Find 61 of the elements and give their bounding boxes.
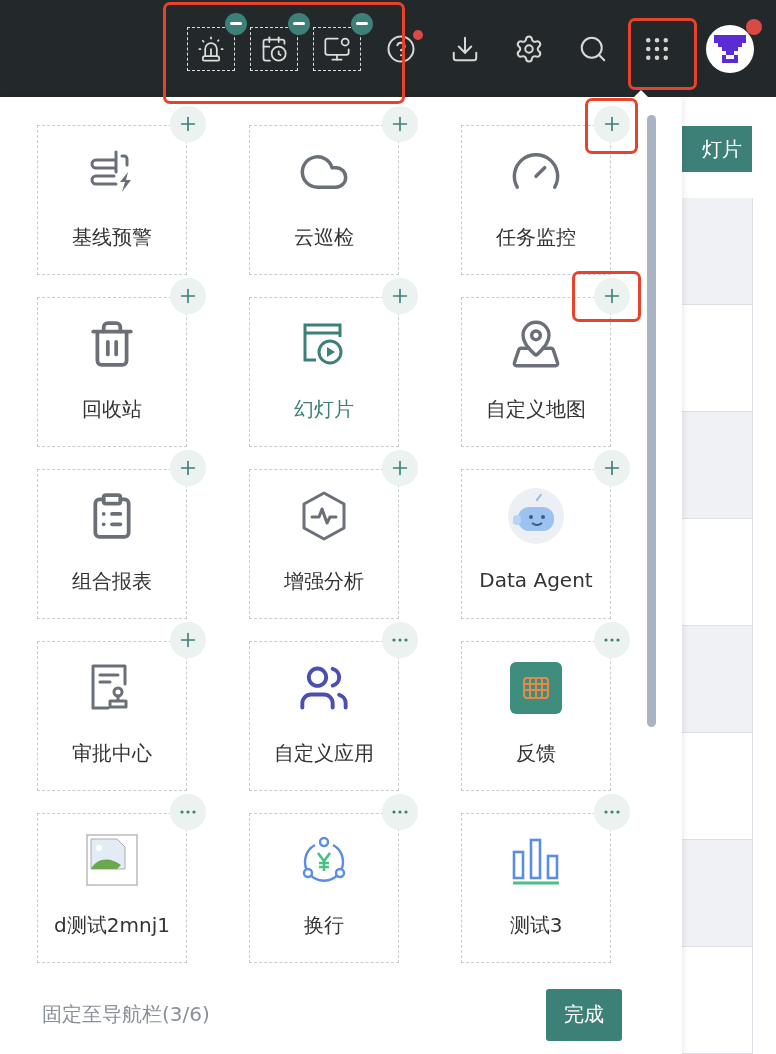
more-icon xyxy=(604,810,620,814)
minus-icon xyxy=(293,22,305,25)
scrollbar[interactable] xyxy=(647,115,656,727)
app-label: 审批中心 xyxy=(72,740,152,767)
menu-pointer xyxy=(634,90,648,97)
add-button[interactable] xyxy=(170,278,206,314)
more-icon xyxy=(392,810,408,814)
app-label: 自定义应用 xyxy=(274,740,374,767)
more-button[interactable] xyxy=(382,794,418,830)
app-label: 幻灯片 xyxy=(294,396,354,423)
highlight-frame xyxy=(628,18,697,90)
app-label: 反馈 xyxy=(516,740,556,767)
app-label: 任务监控 xyxy=(496,224,576,251)
broken-image-icon xyxy=(86,834,138,886)
app-label: 回收站 xyxy=(82,396,142,423)
app-label: 基线预警 xyxy=(72,224,152,251)
app-label: 云巡检 xyxy=(294,224,354,251)
add-button[interactable] xyxy=(170,622,206,658)
app-label: 增强分析 xyxy=(284,568,364,595)
unpin-button[interactable] xyxy=(351,12,373,35)
add-button[interactable] xyxy=(170,450,206,486)
app-tile[interactable]: 反馈 xyxy=(461,641,611,791)
app-label: 组合报表 xyxy=(72,568,152,595)
hexagon-pulse-icon xyxy=(300,490,348,542)
map-pin-icon xyxy=(510,318,562,370)
more-icon xyxy=(604,638,620,642)
more-button[interactable] xyxy=(594,622,630,658)
more-button[interactable] xyxy=(382,622,418,658)
pin-status-text: 固定至导航栏(3/6) xyxy=(42,1001,210,1028)
app-label: 测试3 xyxy=(509,912,563,939)
done-button[interactable]: 完成 xyxy=(546,988,622,1041)
add-button[interactable] xyxy=(382,106,418,142)
app-tile[interactable]: d测试2mnj1 xyxy=(37,813,187,963)
more-icon xyxy=(180,810,196,814)
siren-icon xyxy=(197,34,225,63)
unpin-button[interactable] xyxy=(288,12,310,35)
highlight-frame xyxy=(585,98,638,154)
app-label: Data Agent xyxy=(479,568,593,592)
calendar-clock-icon xyxy=(260,34,288,63)
app-tile[interactable]: Data Agent xyxy=(461,469,611,619)
add-button[interactable] xyxy=(594,450,630,486)
add-button[interactable] xyxy=(594,278,630,314)
user-avatar[interactable] xyxy=(706,24,754,73)
more-icon xyxy=(392,638,408,642)
help-icon[interactable] xyxy=(385,33,416,64)
feedback-table-icon xyxy=(510,662,562,714)
app-label: 换行 xyxy=(304,912,344,939)
more-button[interactable] xyxy=(594,794,630,830)
slides-button[interactable]: 灯片 xyxy=(682,126,752,172)
more-button[interactable] xyxy=(170,794,206,830)
minus-icon xyxy=(356,22,368,25)
add-button[interactable] xyxy=(170,106,206,142)
app-label: 自定义地图 xyxy=(486,396,586,423)
add-button[interactable] xyxy=(382,450,418,486)
highlight-frame xyxy=(572,271,641,322)
unpin-button[interactable] xyxy=(225,12,247,35)
add-button[interactable] xyxy=(594,106,630,142)
add-button[interactable] xyxy=(382,278,418,314)
robot-icon xyxy=(507,487,565,545)
app-label: d测试2mnj1 xyxy=(54,912,170,939)
minus-icon xyxy=(230,22,242,25)
